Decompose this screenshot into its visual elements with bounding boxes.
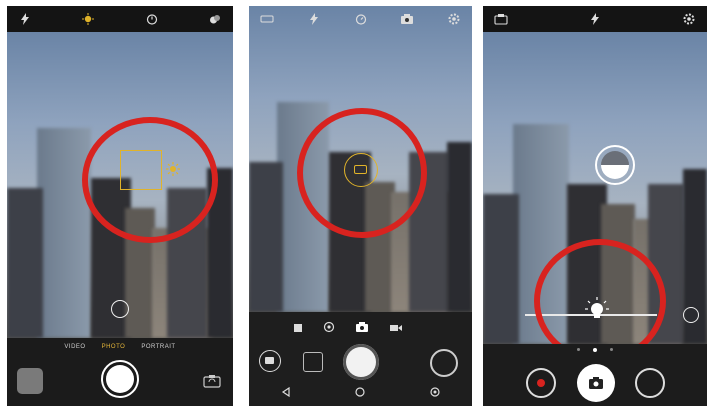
gallery-button[interactable]	[303, 352, 323, 372]
top-toolbar	[7, 6, 233, 32]
camera-screen-1: VIDEO PHOTO PORTRAIT	[7, 6, 233, 406]
mode-portrait[interactable]: PORTRAIT	[141, 344, 175, 350]
exposure-lock-icon[interactable]	[595, 145, 635, 185]
flash-icon[interactable]	[585, 9, 605, 29]
lens-switch-icon[interactable]	[683, 307, 699, 323]
top-toolbar	[249, 6, 472, 32]
nav-bar	[249, 384, 472, 402]
camera-controls	[249, 312, 472, 406]
mode-selector: VIDEO PHOTO PORTRAIT	[7, 344, 233, 350]
photo-icon[interactable]	[355, 320, 369, 338]
top-toolbar	[483, 6, 707, 32]
mode-icons-row	[293, 320, 403, 338]
gallery-button[interactable]	[635, 368, 665, 398]
settings-icon[interactable]	[444, 9, 464, 29]
lens-switch-icon[interactable]	[111, 300, 129, 318]
hdr-icon[interactable]	[257, 9, 277, 29]
camera-switch-icon[interactable]	[397, 9, 417, 29]
viewfinder[interactable]	[249, 6, 472, 312]
filters-button[interactable]	[259, 350, 281, 372]
page-indicator	[577, 348, 613, 352]
video-icon[interactable]	[389, 320, 403, 338]
shutter-button[interactable]	[343, 344, 379, 380]
mode-photo[interactable]: PHOTO	[102, 344, 126, 350]
gallery-thumbnail[interactable]	[17, 368, 43, 394]
building	[249, 162, 283, 312]
camera-controls	[483, 344, 707, 406]
camera-screen-2	[249, 6, 472, 406]
settings-icon[interactable]	[679, 9, 699, 29]
flash-icon[interactable]	[304, 9, 324, 29]
switch-camera-button[interactable]	[430, 349, 458, 377]
shutter-bar: VIDEO PHOTO PORTRAIT	[7, 338, 233, 406]
timer-icon[interactable]	[142, 9, 162, 29]
viewfinder[interactable]	[7, 32, 233, 338]
shutter-button[interactable]	[101, 360, 139, 398]
camera-screen-3	[483, 6, 707, 406]
page-dot	[610, 348, 613, 351]
page-dot-active	[593, 348, 597, 352]
switch-camera-icon[interactable]	[203, 374, 221, 393]
building	[7, 188, 43, 338]
building	[447, 142, 472, 312]
lens-blur-icon[interactable]	[323, 320, 335, 338]
record-button[interactable]	[526, 368, 556, 398]
recents-icon[interactable]	[430, 384, 440, 402]
camera-switch-icon[interactable]	[491, 9, 511, 29]
back-icon[interactable]	[281, 384, 291, 402]
highlight-ring	[297, 108, 427, 238]
home-icon[interactable]	[355, 384, 366, 402]
filter-icon[interactable]	[205, 9, 225, 29]
highlight-ring	[82, 117, 218, 243]
viewfinder[interactable]	[483, 32, 707, 344]
page-dot	[577, 348, 580, 351]
timer-icon[interactable]	[351, 9, 371, 29]
hdr-icon[interactable]	[78, 9, 98, 29]
building	[37, 128, 91, 338]
mode-video[interactable]: VIDEO	[64, 344, 85, 350]
building	[483, 194, 519, 344]
shutter-button[interactable]	[577, 364, 615, 402]
panorama-icon[interactable]	[293, 320, 303, 338]
flash-auto-icon[interactable]	[15, 9, 35, 29]
